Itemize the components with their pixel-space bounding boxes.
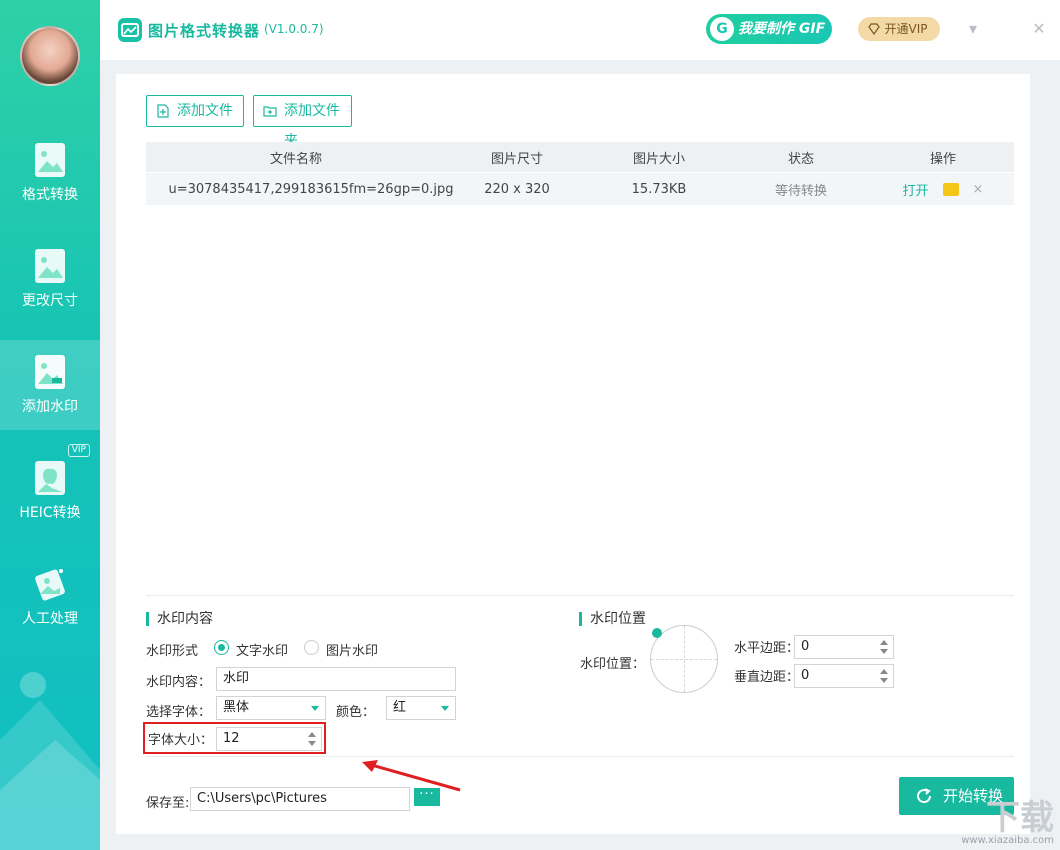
watermark-text-input[interactable]: 水印 bbox=[216, 667, 456, 691]
watermark-position-title: 水印位置 bbox=[579, 612, 646, 626]
horizontal-margin-value: 0 bbox=[801, 639, 810, 654]
menu-dropdown-icon[interactable]: ▾ bbox=[964, 20, 982, 38]
font-select-label: 选择字体： bbox=[146, 705, 212, 720]
sidebar-item-label: 添加水印 bbox=[22, 399, 78, 415]
divider bbox=[146, 756, 1014, 757]
divider bbox=[146, 595, 1014, 596]
browse-button[interactable]: ··· bbox=[414, 788, 440, 806]
sidebar-item-manual[interactable]: 人工处理 bbox=[0, 552, 100, 642]
column-header-status: 状态 bbox=[787, 151, 814, 167]
column-header-actions: 操作 bbox=[929, 151, 956, 167]
add-folder-icon bbox=[263, 106, 277, 117]
filesize-cell: 15.73KB bbox=[631, 181, 687, 197]
spinner-arrows-icon[interactable] bbox=[308, 731, 316, 747]
actions-cell: 打开 × bbox=[872, 173, 1014, 205]
spinner-arrows-icon[interactable] bbox=[880, 639, 888, 655]
horizontal-margin-stepper[interactable]: 0 bbox=[794, 635, 894, 659]
refresh-icon bbox=[917, 788, 932, 804]
column-header-filename: 文件名称 bbox=[269, 151, 322, 167]
sidebar-item-resize[interactable]: 更改尺寸 bbox=[0, 234, 100, 324]
position-handle[interactable] bbox=[652, 628, 662, 638]
position-label: 水印位置： bbox=[580, 657, 646, 672]
sidebar-item-label: 格式转换 bbox=[22, 187, 78, 203]
dimensions-cell: 220 x 320 bbox=[484, 181, 550, 197]
vip-badge: VIP bbox=[67, 444, 90, 457]
position-crosshair-v bbox=[684, 626, 685, 692]
folder-icon[interactable] bbox=[942, 182, 959, 196]
column-header-filesize: 图片大小 bbox=[632, 151, 685, 167]
watermark-text-label: 水印内容： bbox=[146, 675, 212, 690]
open-file-link[interactable]: 打开 bbox=[903, 180, 929, 199]
decorative-mountains bbox=[0, 700, 100, 850]
table-row[interactable]: u=3078435417,299183615fm=26gp=0.jpg 220 … bbox=[146, 173, 1014, 205]
vertical-margin-value: 0 bbox=[801, 668, 810, 683]
add-file-icon bbox=[157, 104, 169, 118]
file-name-cell: u=3078435417,299183615fm=26gp=0.jpg bbox=[168, 181, 454, 197]
font-size-value: 12 bbox=[223, 731, 240, 746]
image-watermark-icon bbox=[34, 354, 66, 390]
sidebar-item-label: 更改尺寸 bbox=[22, 293, 78, 309]
app-logo-icon bbox=[118, 18, 142, 42]
vertical-margin-label: 垂直边距： bbox=[734, 670, 800, 685]
sidebar: 格式转换 更改尺寸 添加水印 VIP HEIC转换 人工处理 bbox=[0, 0, 100, 850]
font-select-value: 黑体 bbox=[223, 700, 250, 715]
file-table-header: 文件名称 图片尺寸 图片大小 状态 操作 bbox=[146, 142, 1014, 172]
add-file-label: 添加文件 bbox=[177, 103, 233, 119]
site-watermark-logo: 下载 bbox=[986, 798, 1054, 838]
text-watermark-label[interactable]: 文字水印 bbox=[236, 640, 288, 659]
sidebar-item-label: HEIC转换 bbox=[19, 505, 81, 521]
color-select-label: 颜色： bbox=[336, 705, 376, 720]
font-size-label: 字体大小： bbox=[148, 733, 214, 748]
site-watermark: 下载 www.xiazaiba.com bbox=[961, 801, 1054, 846]
column-header-dimensions: 图片尺寸 bbox=[490, 151, 543, 167]
open-vip-button[interactable]: 开通VIP bbox=[858, 17, 940, 41]
image-convert-icon bbox=[34, 142, 66, 178]
open-vip-label: 开通VIP bbox=[884, 22, 928, 36]
watermark-content-title: 水印内容 bbox=[146, 612, 213, 626]
image-resize-icon bbox=[34, 248, 66, 284]
user-avatar[interactable] bbox=[20, 26, 80, 86]
delete-row-icon[interactable]: × bbox=[973, 182, 984, 197]
sidebar-item-heic[interactable]: VIP HEIC转换 bbox=[0, 444, 100, 536]
watermark-form-label: 水印形式 bbox=[146, 644, 199, 659]
site-watermark-url: www.xiazaiba.com bbox=[961, 835, 1054, 846]
sidebar-item-watermark[interactable]: 添加水印 bbox=[0, 340, 100, 430]
save-to-label: 保存至: bbox=[146, 796, 190, 811]
app-title: 图片格式转换器 bbox=[148, 22, 261, 40]
chevron-down-icon bbox=[311, 706, 319, 711]
chevron-down-icon bbox=[441, 706, 449, 711]
add-file-button[interactable]: 添加文件 bbox=[146, 95, 244, 127]
text-watermark-radio[interactable] bbox=[214, 640, 229, 655]
add-folder-button[interactable]: 添加文件夹 bbox=[253, 95, 352, 149]
spinner-arrows-icon[interactable] bbox=[880, 668, 888, 684]
make-gif-label: 我要制作 GIF bbox=[738, 21, 826, 37]
manual-process-icon bbox=[34, 566, 66, 602]
font-size-stepper[interactable]: 12 bbox=[216, 727, 322, 751]
color-select[interactable]: 红 bbox=[386, 696, 456, 720]
image-watermark-label[interactable]: 图片水印 bbox=[326, 640, 378, 659]
sidebar-item-label: 人工处理 bbox=[22, 611, 78, 627]
make-gif-button[interactable]: G 我要制作 GIF bbox=[706, 14, 832, 44]
color-select-value: 红 bbox=[393, 700, 407, 715]
image-watermark-radio[interactable] bbox=[304, 640, 319, 655]
close-icon[interactable]: ✕ bbox=[1030, 20, 1048, 38]
vertical-margin-stepper[interactable]: 0 bbox=[794, 664, 894, 688]
diamond-icon bbox=[868, 23, 880, 35]
font-select[interactable]: 黑体 bbox=[216, 696, 326, 720]
save-path-input[interactable]: C:\Users\pc\Pictures bbox=[190, 787, 410, 811]
app-version: (V1.0.0.7) bbox=[264, 22, 324, 36]
apple-image-icon bbox=[34, 460, 66, 496]
gif-logo-icon: G bbox=[710, 17, 734, 41]
sidebar-item-format-convert[interactable]: 格式转换 bbox=[0, 128, 100, 218]
status-cell: 等待转换 bbox=[774, 183, 827, 199]
main-panel: 添加文件 添加文件夹 文件名称 图片尺寸 图片大小 状态 操作 u=307843… bbox=[116, 74, 1030, 834]
title-bar: 图片格式转换器 (V1.0.0.7) G 我要制作 GIF 开通VIP ▾ ✕ bbox=[100, 0, 1060, 60]
horizontal-margin-label: 水平边距： bbox=[734, 641, 800, 656]
